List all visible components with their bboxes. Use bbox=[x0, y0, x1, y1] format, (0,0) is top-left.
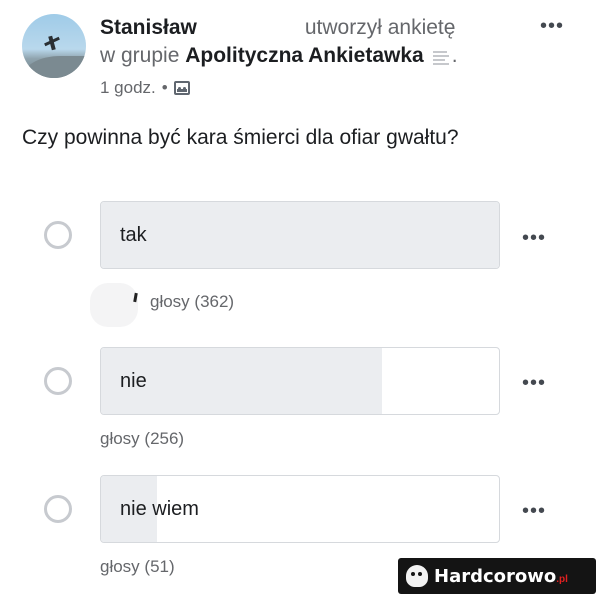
poll-option-nie-wiem[interactable]: nie wiem bbox=[100, 475, 500, 543]
author-name[interactable]: Stanisław bbox=[100, 16, 197, 39]
poll-option-nie[interactable]: nie bbox=[100, 347, 500, 415]
avatar-ramp bbox=[22, 56, 86, 78]
option-radio-tak[interactable] bbox=[44, 221, 72, 249]
post-meta: 1 godz. • bbox=[100, 78, 190, 98]
watermark-tld: .pl bbox=[556, 574, 568, 585]
post-more-options-button[interactable]: ••• bbox=[540, 16, 564, 36]
option-more-button-nie[interactable]: ••• bbox=[522, 373, 546, 393]
option-more-button-nie-wiem[interactable]: ••• bbox=[522, 501, 546, 521]
option-radio-nie[interactable] bbox=[44, 367, 72, 395]
group-privacy-icon bbox=[173, 81, 190, 95]
author-avatar[interactable] bbox=[22, 14, 86, 78]
option-result-bar bbox=[101, 202, 499, 268]
option-label: tak bbox=[120, 224, 147, 246]
skull-icon bbox=[406, 565, 428, 587]
post-header-line2: w grupie Apolityczna Ankietawka . bbox=[100, 44, 458, 68]
poll-question: Czy powinna być kara śmierci dla ofiar g… bbox=[22, 126, 459, 149]
voter-avatars[interactable] bbox=[90, 283, 138, 327]
post-action-text: utworzył ankietę bbox=[304, 16, 456, 39]
group-name-link[interactable]: Apolityczna Ankietawka bbox=[185, 44, 423, 67]
poll-option-tak[interactable]: tak bbox=[100, 201, 500, 269]
meta-separator: • bbox=[161, 78, 168, 97]
option-radio-nie-wiem[interactable] bbox=[44, 495, 72, 523]
option-votes-nie[interactable]: głosy (256) bbox=[100, 429, 184, 449]
post-header-line1: Stanisław utworzył ankietę bbox=[100, 16, 455, 40]
redacted-surname bbox=[197, 19, 305, 37]
option-label: nie bbox=[120, 370, 147, 392]
site-watermark: Hardcorowo .pl bbox=[398, 558, 596, 594]
option-votes-tak[interactable]: głosy (362) bbox=[150, 292, 234, 312]
option-votes-nie-wiem[interactable]: głosy (51) bbox=[100, 557, 175, 577]
post-timestamp[interactable]: 1 godz. bbox=[100, 78, 156, 98]
option-more-button-tak[interactable]: ••• bbox=[522, 228, 546, 248]
group-suffix: . bbox=[451, 44, 458, 67]
option-label: nie wiem bbox=[120, 498, 199, 520]
watermark-text: Hardcorowo bbox=[434, 565, 557, 587]
group-prefix: w grupie bbox=[100, 44, 180, 67]
group-document-icon bbox=[430, 47, 452, 66]
